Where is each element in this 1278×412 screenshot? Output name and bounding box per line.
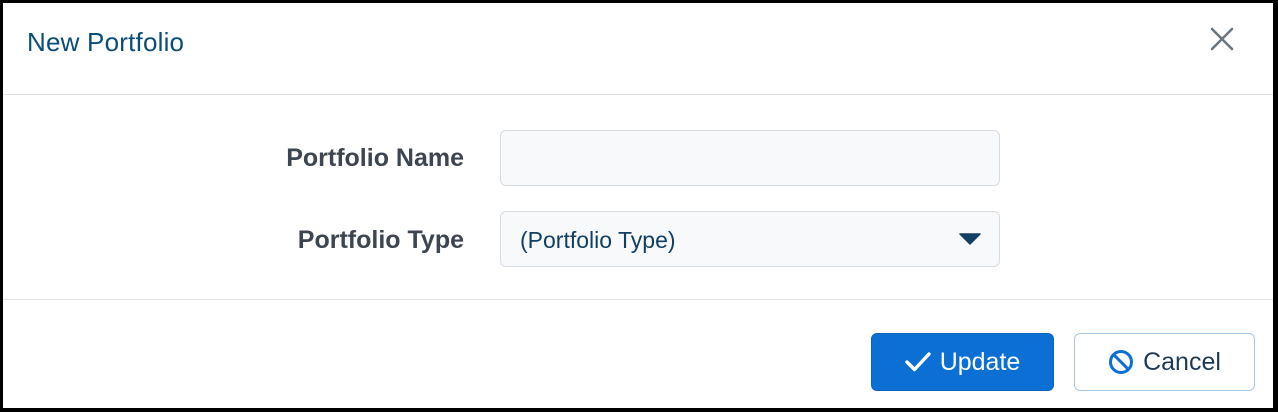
close-button[interactable]: [1207, 26, 1237, 56]
portfolio-type-select[interactable]: (Portfolio Type): [500, 211, 1000, 267]
dialog-title: New Portfolio: [27, 27, 185, 57]
dialog-header: New Portfolio: [3, 3, 1273, 95]
cancel-button-label: Cancel: [1143, 347, 1221, 376]
portfolio-type-label: Portfolio Type: [297, 226, 464, 254]
ban-icon: [1108, 349, 1134, 375]
dialog-body: Portfolio Name Portfolio Type (Portfolio…: [3, 95, 1273, 300]
new-portfolio-dialog: New Portfolio Portfolio Name Portfolio T…: [3, 3, 1273, 408]
close-icon: [1209, 26, 1235, 57]
checkmark-icon: [904, 351, 931, 373]
update-button-label: Update: [939, 347, 1021, 376]
update-button[interactable]: Update: [871, 333, 1054, 391]
cancel-button[interactable]: Cancel: [1074, 333, 1255, 391]
dialog-footer: Update Cancel: [3, 300, 1273, 408]
portfolio-name-input[interactable]: [500, 130, 1000, 186]
portfolio-type-selected-value: (Portfolio Type): [520, 227, 676, 253]
portfolio-name-label: Portfolio Name: [286, 144, 464, 172]
